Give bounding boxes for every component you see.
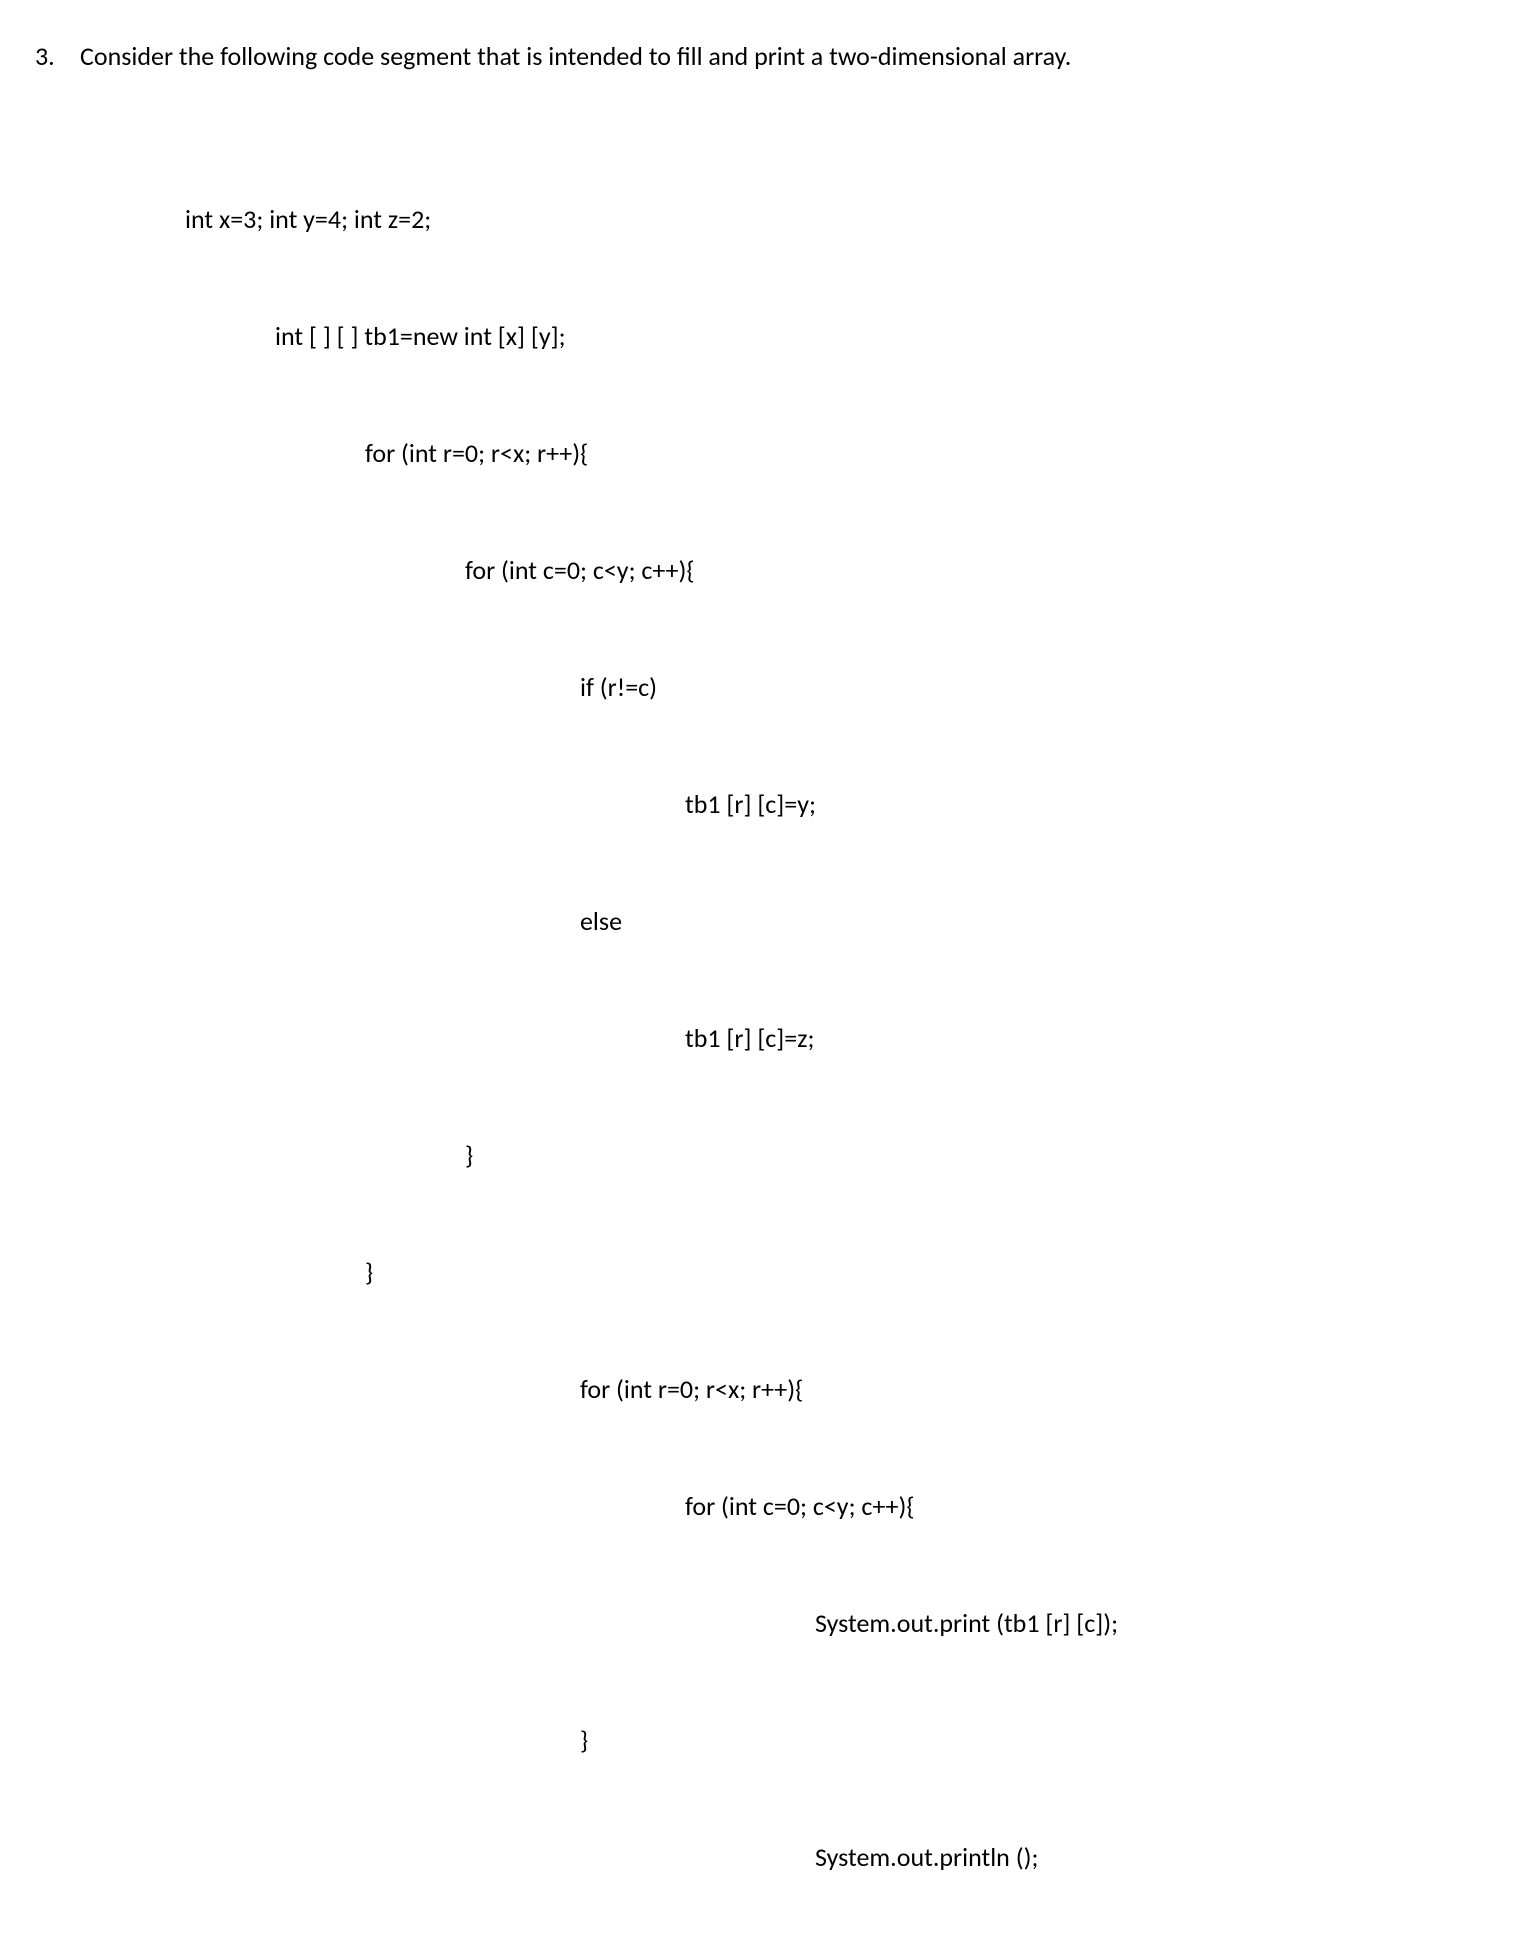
code-line-12: for (int c=0; c<y; c++){ [185,1487,1505,1526]
code-line-1: int x=3; int y=4; int z=2; [185,200,1505,239]
code-line-4: for (int c=0; c<y; c++){ [185,551,1505,590]
code-line-11: for (int r=0; r<x; r++){ [185,1370,1505,1409]
question-number: 3. [30,40,80,72]
question-row: 3. Consider the following code segment t… [30,40,1505,72]
code-line-13: System.out.print (tb1 [r] [c]); [185,1604,1505,1643]
code-line-6: tb1 [r] [c]=y; [185,785,1505,824]
code-line-9: } [185,1136,1505,1175]
code-line-5: if (r!=c) [185,668,1505,707]
code-line-15: System.out.println (); [185,1838,1505,1877]
code-line-7: else [185,902,1505,941]
code-line-8: tb1 [r] [c]=z; [185,1019,1505,1058]
question-text: Consider the following code segment that… [80,40,1505,72]
code-block: int x=3; int y=4; int z=2; int [ ] [ ] t… [185,122,1505,1944]
code-line-3: for (int r=0; r<x; r++){ [185,434,1505,473]
code-line-14: } [185,1721,1505,1760]
code-line-10: } [185,1253,1505,1292]
code-line-2: int [ ] [ ] tb1=new int [x] [y]; [185,317,1505,356]
